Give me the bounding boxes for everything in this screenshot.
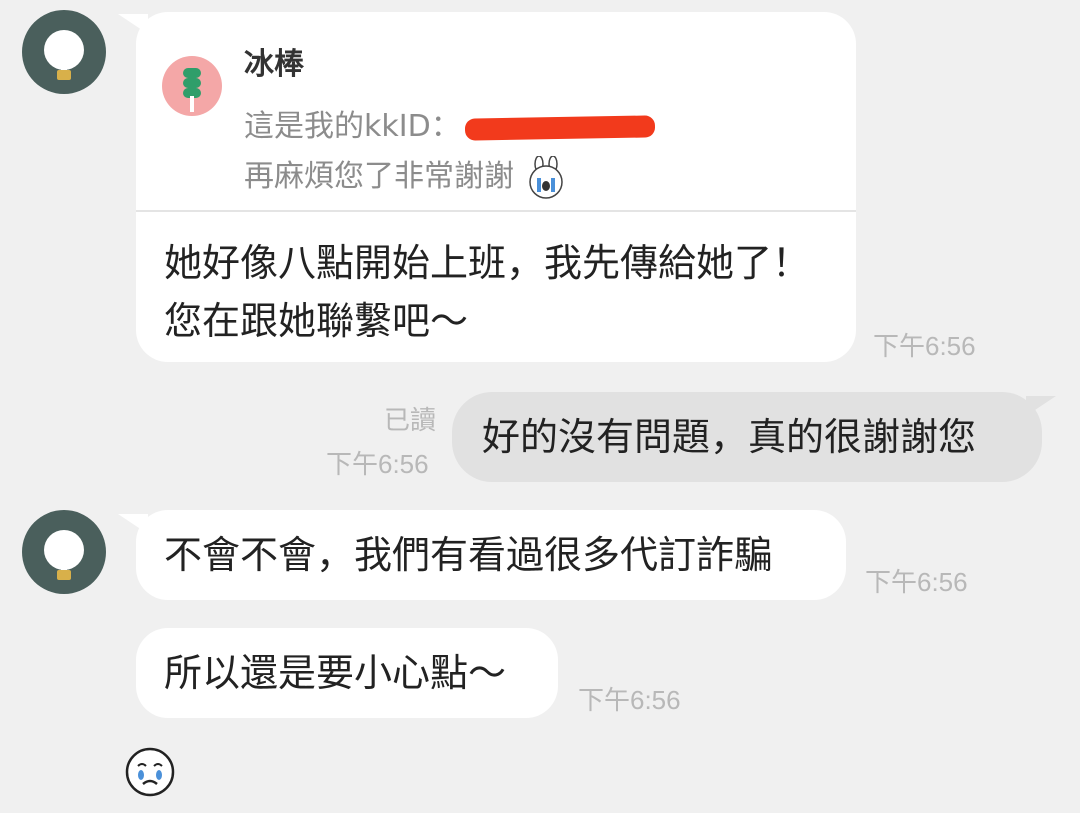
message-time: 下午6:56	[326, 449, 429, 479]
message-text: 好的沒有問題，真的很謝謝您	[482, 415, 977, 459]
crying-face-emoji-icon	[125, 747, 175, 797]
message-time: 下午6:56	[865, 567, 968, 597]
outgoing-message-bubble[interactable]: 好的沒有問題，真的很謝謝您	[452, 392, 1042, 482]
contact-avatar[interactable]	[22, 510, 106, 594]
message-time: 下午6:56	[873, 331, 976, 361]
read-status: 已讀	[383, 406, 436, 436]
quoted-sender-name: 冰棒	[244, 47, 304, 82]
quoted-line-2: 再麻煩您了非常謝謝	[244, 148, 568, 206]
incoming-message-bubble[interactable]: 所以還是要小心點～	[136, 628, 558, 718]
popsicle-icon	[162, 56, 222, 116]
lightbulb-icon	[44, 30, 84, 80]
quoted-line-2-text: 再麻煩您了非常謝謝	[244, 159, 514, 194]
redaction-mark	[464, 114, 655, 141]
lightbulb-icon	[44, 530, 84, 580]
incoming-message-bubble[interactable]: 不會不會，我們有看過很多代訂詐騙	[136, 510, 846, 600]
message-text: 她好像八點開始上班，我先傳給她了！您在跟她聯繫吧～	[164, 241, 811, 343]
quoted-line-1-text: 這是我的kkID：	[244, 109, 461, 144]
crying-bunny-icon	[528, 154, 563, 199]
message-text: 所以還是要小心點～	[164, 651, 507, 695]
message-text: 不會不會，我們有看過很多代訂詐騙	[164, 533, 773, 577]
quoted-message[interactable]: 冰棒 這是我的kkID： 再麻煩您了非常謝謝	[136, 12, 856, 212]
chat-room: 冰棒 這是我的kkID： 再麻煩您了非常謝謝 她好像八點開始上班，我先傳給她了！…	[0, 0, 1080, 813]
reply-message-bubble[interactable]: 冰棒 這是我的kkID： 再麻煩您了非常謝謝 她好像八點開始上班，我先傳給她了！…	[136, 12, 856, 362]
emoji-message[interactable]	[124, 746, 176, 798]
message-time: 下午6:56	[578, 685, 681, 715]
contact-avatar[interactable]	[22, 10, 106, 94]
